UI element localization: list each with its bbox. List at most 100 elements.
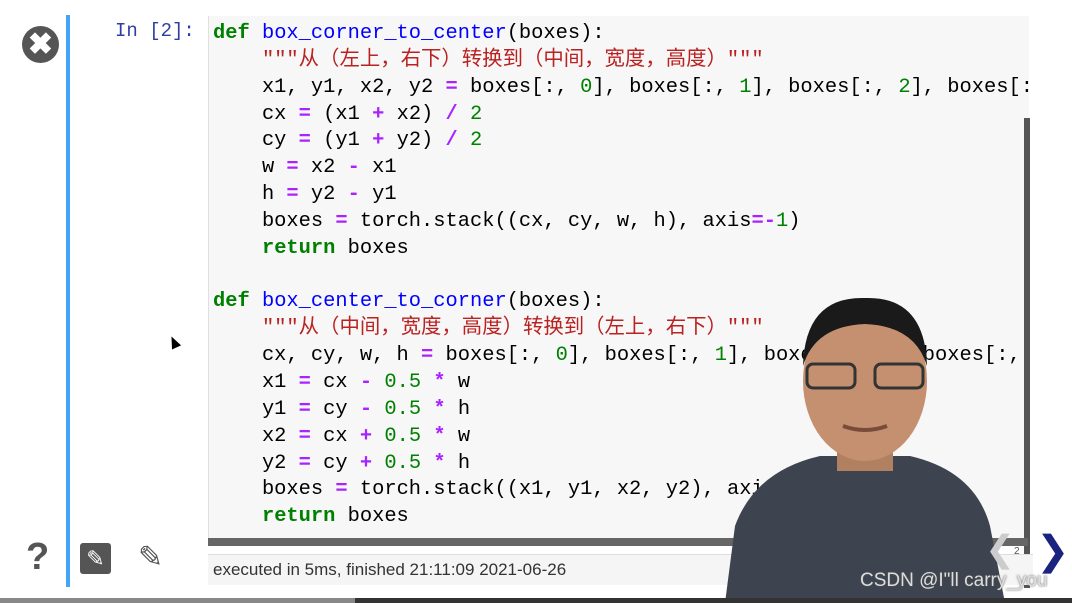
code-line: return boxes [213,236,1029,263]
code-token: - [359,397,373,421]
code-token: * [433,370,446,394]
code-token: / [445,102,458,126]
code-token: - [347,183,360,207]
code-token: y2 [213,451,299,475]
code-token: w [445,370,471,394]
code-token: cx, cy, w, h [213,344,422,368]
code-token: boxes [213,209,336,233]
previous-slide-icon[interactable]: ❮ [985,528,1015,570]
code-token: + [372,129,385,153]
code-token: = [335,478,348,502]
code-token: box_corner_to_center [261,22,507,45]
edit-metadata-icon[interactable]: ✎ [80,543,111,574]
next-slide-icon[interactable]: ❯ [1036,528,1070,574]
code-token: box_center_to_corner [261,290,507,314]
code-token: * [433,424,446,448]
code-token: = [335,209,348,233]
code-token: 1 [775,209,789,233]
code-token: 0.5 [384,451,422,475]
code-line: x1, y1, x2, y2 = boxes[:, 0], boxes[:, 1… [213,75,1029,102]
code-token: 0.5 [384,397,422,421]
code-token: = [751,209,764,233]
code-token: def [213,290,262,314]
code-token: x2 [298,156,348,180]
code-token: w [445,424,471,448]
code-line: """从（左上，右下）转换到（中间，宽度，高度）""" [213,48,1029,75]
video-progress-bar[interactable] [0,598,1072,603]
code-token: = [298,424,311,448]
code-token: boxes[:, [457,75,581,99]
code-token: torch.stack((cx, cy, w, h), axis [347,209,752,233]
code-token: x1 [359,156,397,180]
code-token: (y1 [310,129,373,153]
code-token: h [213,183,287,207]
pencil-icon[interactable]: ✎ [138,540,163,575]
code-line: cx = (x1 + x2) / 2 [213,102,1029,129]
code-token: + [372,102,385,126]
code-token: boxes [213,478,336,502]
code-line: def box_corner_to_center(boxes): [213,21,1029,48]
code-token: boxes [335,505,409,529]
code-token: boxes [335,236,409,260]
code-token: 2 [470,102,483,126]
help-icon[interactable]: ? [26,536,49,579]
code-token: (boxes): [506,22,605,45]
code-token: - [347,156,360,180]
page-indicator: 2 [1014,546,1020,557]
code-token: x2) [384,102,446,126]
code-line: boxes = torch.stack((cx, cy, w, h), axis… [213,209,1029,236]
code-token: def [213,22,262,45]
code-token: = [298,129,311,153]
code-token: (x1 [310,102,373,126]
code-token: return [261,236,336,260]
code-line: h = y2 - y1 [213,182,1029,209]
code-token: cy [310,397,360,421]
cell-selected-bar [66,15,70,587]
vertical-scrollbar[interactable] [1024,118,1030,588]
code-token: cy [213,129,299,153]
code-token: boxes[:, [433,344,556,368]
code-token: return [261,505,336,529]
code-token: x1, y1, x2, y2 [213,75,446,99]
code-token: w [213,156,287,180]
video-progress-fill [0,598,355,603]
code-token: x1 [213,370,299,394]
code-token: 2 [898,75,911,99]
code-token: ) [788,209,801,233]
code-line: w = x2 - x1 [213,155,1029,182]
code-token: + [359,424,373,448]
code-token: torch.stack((x1, y1, x2, y2), axis [347,478,776,502]
cell-prompt: In [2]: [115,20,195,42]
code-token: + [359,451,373,475]
code-token: 0 [580,75,593,99]
code-token: x2 [213,424,299,448]
code-token: / [445,129,458,153]
code-token: = [298,451,311,475]
presenter-video-overlay [725,297,1005,603]
code-token: 0.5 [384,424,422,448]
code-token: 0.5 [384,370,422,394]
code-token: """从（中间，宽度，高度）转换到（左上，右下）""" [261,317,764,341]
code-token: = [298,102,311,126]
code-token: (boxes): [506,290,605,314]
code-token: * [433,397,446,421]
code-token: = [298,397,311,421]
code-token: 1 [739,75,752,99]
mouse-cursor [166,334,182,350]
code-token: ], boxes[:, [910,75,1029,99]
code-token: 0 [555,344,568,368]
code-token: """从（左上，右下）转换到（中间，宽度，高度）""" [261,48,764,72]
watermark: CSDN @I"ll carry_you [860,570,1048,591]
code-token: - [359,370,373,394]
close-icon[interactable]: ✖ [22,26,59,63]
